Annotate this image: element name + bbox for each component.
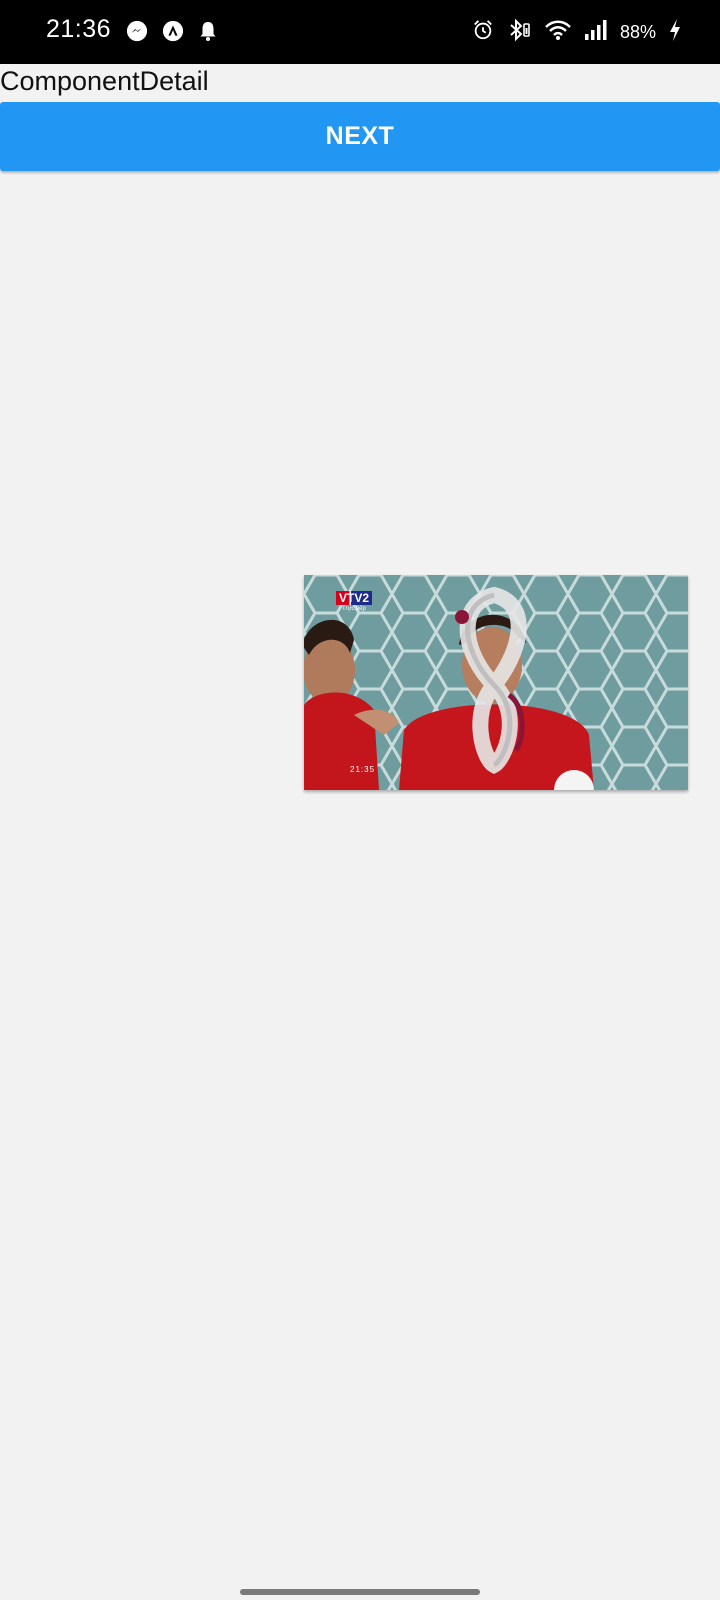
battery-percent: 88%: [619, 22, 656, 42]
alarm-icon: [472, 19, 494, 46]
messenger-icon: [126, 20, 148, 47]
status-left-icons: [126, 20, 218, 47]
charging-bolt-icon: [668, 18, 682, 47]
video-timestamp: 21:35: [350, 765, 376, 774]
channel-logo: VTV2: [336, 591, 373, 605]
bluetooth-icon: [506, 18, 532, 47]
status-bar: 21:36 88%: [0, 0, 720, 64]
status-time: 21:36: [46, 15, 112, 43]
status-right-icons: 88%: [472, 18, 682, 47]
signal-icon: [584, 19, 608, 46]
home-indicator[interactable]: [240, 1589, 480, 1595]
page-title: ComponentDetail: [0, 66, 209, 96]
next-button[interactable]: NEXT: [0, 102, 720, 171]
notification-bell-icon: [198, 20, 218, 47]
wifi-icon: [544, 19, 572, 46]
video-player[interactable]: VTV2 Trực tiếp 21:35: [304, 575, 688, 790]
app-launcher-icon: [162, 20, 184, 47]
channel-sublogo: Trực tiếp: [342, 606, 366, 612]
